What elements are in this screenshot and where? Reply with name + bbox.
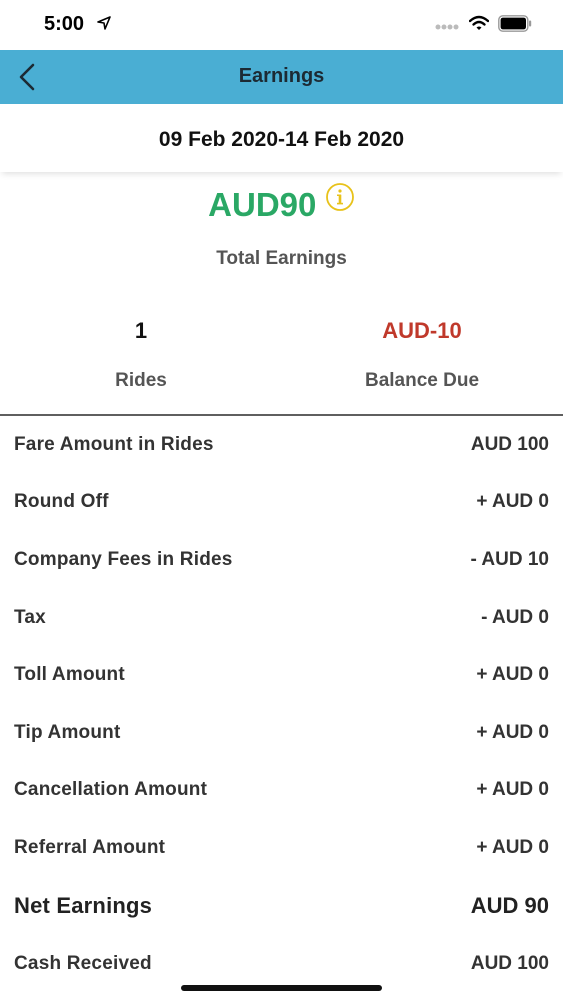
signal-icon	[435, 24, 459, 30]
home-indicator[interactable]	[181, 985, 382, 991]
item-label: Toll Amount	[14, 664, 125, 686]
balance-due-amount: AUD-10	[382, 318, 462, 343]
status-bar: 5:00	[0, 0, 563, 50]
rides-count: 1	[134, 318, 148, 343]
location-arrow-icon	[97, 16, 111, 30]
item-value: - AUD 0	[481, 606, 549, 628]
list-item: Fare Amount in Rides AUD 100	[0, 416, 563, 474]
item-value: + AUD 0	[476, 664, 549, 686]
item-value: + AUD 0	[476, 721, 549, 743]
item-value: + AUD 0	[476, 491, 549, 513]
list-item: Cancellation Amount + AUD 0	[0, 762, 563, 820]
date-range: 09 Feb 2020-14 Feb 2020	[158, 128, 405, 151]
info-icon[interactable]	[325, 182, 355, 212]
date-range-card: 09 Feb 2020-14 Feb 2020	[0, 104, 563, 172]
list-item: Company Fees in Rides - AUD 10	[0, 531, 563, 589]
item-label: Referral Amount	[14, 836, 166, 858]
item-label: Tax	[14, 606, 46, 628]
list-item: Cash Received AUD 100	[0, 935, 563, 975]
rides-label: Rides	[115, 370, 167, 391]
item-label: Round Off	[14, 491, 109, 513]
page-title: Earnings	[238, 65, 325, 87]
item-value: + AUD 0	[476, 836, 549, 858]
item-value: - AUD 10	[470, 548, 549, 570]
wifi-icon	[469, 15, 489, 30]
item-label: Tip Amount	[14, 721, 121, 743]
net-earnings-label: Net Earnings	[14, 892, 153, 918]
item-label: Cancellation Amount	[14, 779, 208, 801]
item-value: AUD 100	[470, 433, 549, 455]
list-item: Referral Amount + AUD 0	[0, 819, 563, 877]
list-item: Tax - AUD 0	[0, 589, 563, 647]
total-earnings-amount-row: AUD90	[0, 183, 563, 224]
list-item: Toll Amount + AUD 0	[0, 646, 563, 704]
item-value: + AUD 0	[476, 779, 549, 801]
item-value: AUD 100	[470, 952, 549, 974]
item-label: Fare Amount in Rides	[14, 433, 214, 455]
balance-due-label: Balance Due	[364, 370, 480, 391]
total-earnings-amount: AUD90	[208, 186, 317, 223]
list-item: Tip Amount + AUD 0	[0, 704, 563, 762]
status-time: 5:00	[44, 13, 85, 35]
battery-icon	[498, 15, 532, 32]
earnings-breakdown-list: Fare Amount in Rides AUD 100 Round Off +…	[0, 416, 563, 975]
navigation-bar: Earnings	[0, 50, 563, 104]
total-earnings-label: Total Earnings	[216, 248, 347, 269]
item-label: Cash Received	[14, 952, 152, 974]
net-earnings-row: Net Earnings AUD 90	[0, 877, 563, 935]
item-label: Company Fees in Rides	[14, 548, 233, 570]
list-item: Round Off + AUD 0	[0, 474, 563, 532]
net-earnings-value: AUD 90	[470, 892, 549, 918]
